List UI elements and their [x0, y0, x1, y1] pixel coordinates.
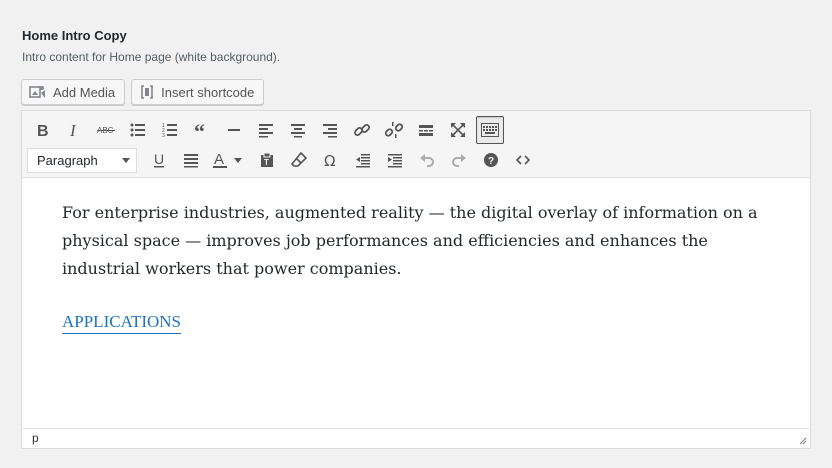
- editor-content[interactable]: For enterprise industries, augmented rea…: [62, 199, 762, 336]
- strikethrough-icon[interactable]: ABC: [92, 116, 120, 144]
- svg-text:3: 3: [162, 133, 165, 138]
- editor-statusbar: p: [22, 428, 810, 448]
- align-center-icon[interactable]: [284, 116, 312, 144]
- svg-text:B: B: [37, 123, 49, 138]
- blockquote-icon[interactable]: “: [188, 116, 216, 144]
- applications-link[interactable]: APPLICATIONS: [62, 311, 182, 334]
- add-media-icon: [29, 84, 47, 100]
- bold-icon[interactable]: B: [28, 116, 56, 144]
- underline-icon[interactable]: U: [145, 146, 173, 174]
- fullscreen-icon[interactable]: [444, 116, 472, 144]
- insert-shortcode-label: Insert shortcode: [161, 84, 255, 100]
- media-buttons: Add Media Insert shortcode: [21, 79, 265, 105]
- resize-handle-icon[interactable]: [799, 437, 807, 445]
- undo-icon[interactable]: [413, 146, 441, 174]
- svg-text:Ω: Ω: [324, 152, 335, 168]
- add-media-button[interactable]: Add Media: [21, 79, 126, 105]
- svg-text:U: U: [154, 152, 164, 167]
- redo-icon[interactable]: [445, 146, 473, 174]
- shortcode-icon: [139, 84, 155, 100]
- svg-text:?: ?: [488, 156, 494, 167]
- toolbar-row-2: Paragraph U A T Ω ?: [27, 146, 541, 174]
- toolbar-toggle-icon[interactable]: [476, 116, 504, 144]
- toolbar-row-1: B I ABC 123 “: [28, 116, 508, 144]
- format-select[interactable]: Paragraph: [27, 147, 137, 173]
- indent-icon[interactable]: [381, 146, 409, 174]
- remove-link-icon[interactable]: [380, 116, 408, 144]
- editor-toolbar: B I ABC 123 “ Paragraph U A T Ω ?: [22, 111, 810, 178]
- clear-formatting-icon[interactable]: [285, 146, 313, 174]
- field-description: Intro content for Home page (white backg…: [22, 50, 281, 64]
- justify-icon[interactable]: [177, 146, 205, 174]
- special-character-icon[interactable]: Ω: [317, 146, 345, 174]
- add-media-label: Add Media: [53, 84, 116, 100]
- numbered-list-icon[interactable]: 123: [156, 116, 184, 144]
- text-color-icon[interactable]: A: [209, 146, 249, 174]
- read-more-icon[interactable]: [412, 116, 440, 144]
- svg-text:T: T: [264, 158, 269, 167]
- format-select-value: Paragraph: [37, 152, 98, 168]
- field-title: Home Intro Copy: [22, 28, 127, 43]
- bulleted-list-icon[interactable]: [124, 116, 152, 144]
- svg-text:“: “: [194, 122, 205, 138]
- insert-link-icon[interactable]: [348, 116, 376, 144]
- chevron-down-icon: [122, 157, 130, 163]
- align-right-icon[interactable]: [316, 116, 344, 144]
- svg-text:I: I: [69, 122, 77, 138]
- svg-text:A: A: [214, 151, 224, 168]
- code-icon[interactable]: [509, 146, 537, 174]
- italic-icon[interactable]: I: [60, 116, 88, 144]
- insert-shortcode-button[interactable]: Insert shortcode: [131, 79, 265, 105]
- outdent-icon[interactable]: [349, 146, 377, 174]
- horizontal-line-icon[interactable]: [220, 116, 248, 144]
- element-path[interactable]: p: [32, 431, 39, 445]
- help-icon[interactable]: ?: [477, 146, 505, 174]
- paste-as-text-icon[interactable]: T: [253, 146, 281, 174]
- intro-paragraph: For enterprise industries, augmented rea…: [62, 203, 758, 278]
- align-left-icon[interactable]: [252, 116, 280, 144]
- editor: B I ABC 123 “ Paragraph U A T Ω ? For en…: [21, 110, 811, 449]
